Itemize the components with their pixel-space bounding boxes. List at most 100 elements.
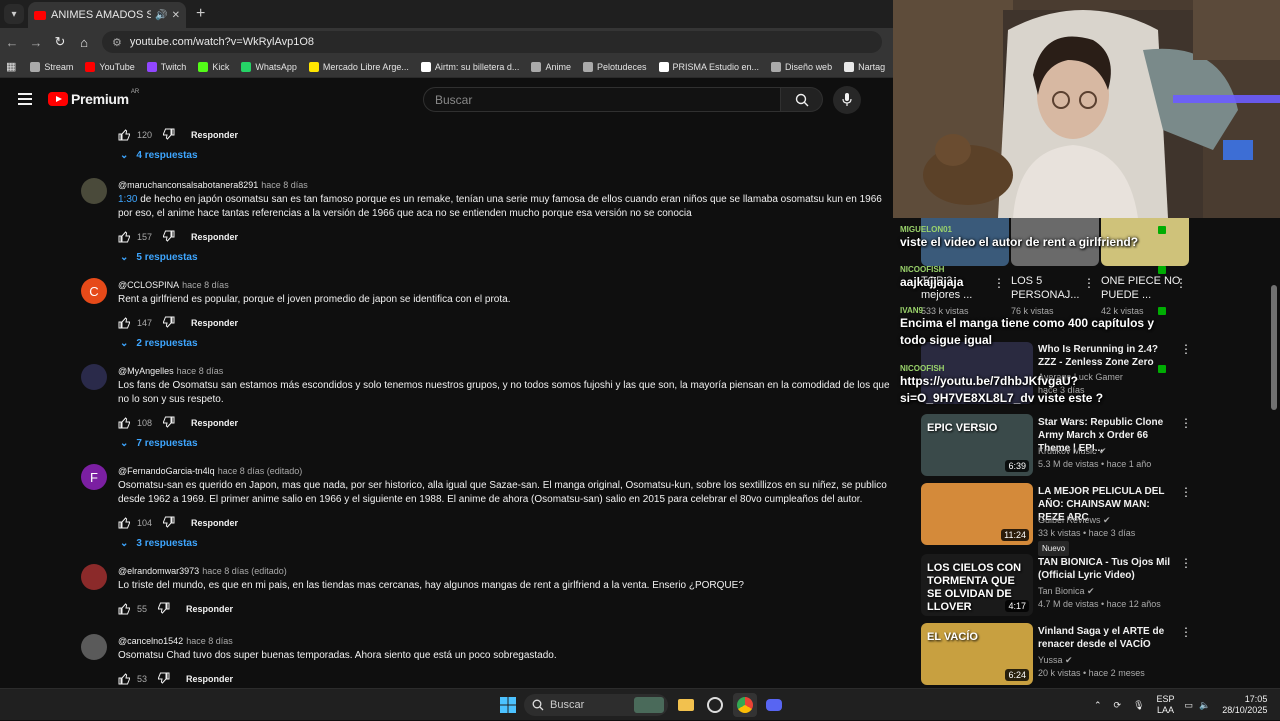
video-thumbnail[interactable]: EPIC VERSIO 6:39 (921, 414, 1033, 476)
comment-time[interactable]: hace 8 días (editado) (202, 566, 287, 576)
dislike-button[interactable] (162, 230, 175, 244)
bookmark-item[interactable]: WhatsApp (241, 61, 297, 72)
avatar[interactable] (81, 364, 107, 390)
language-indicator[interactable]: ESP LAA (1157, 694, 1175, 716)
like-button[interactable]: 55 (118, 603, 147, 615)
taskbar-search[interactable]: Buscar (524, 694, 668, 716)
file-explorer-icon[interactable] (674, 693, 698, 717)
video-thumbnail[interactable]: 11:24 (921, 483, 1033, 545)
bookmark-item[interactable]: Pelotudeces (582, 61, 647, 72)
bookmark-item[interactable]: Stream (30, 61, 73, 72)
video-channel[interactable]: Guibel Reviews ✔ (1038, 514, 1111, 527)
menu-icon[interactable] (18, 90, 32, 108)
video-thumbnail[interactable]: LOS CIELOS CON TORMENTA QUE SE OLVIDAN D… (921, 554, 1033, 616)
site-info-icon[interactable]: ⚙ (112, 36, 122, 49)
comment-author[interactable]: @MyAngelles (118, 366, 174, 376)
avatar[interactable] (81, 564, 107, 590)
comment-author[interactable]: @cancelno1542 (118, 636, 183, 646)
video-title[interactable]: TAN BIONICA - Tus Ojos Mil (Official Lyr… (1038, 556, 1178, 582)
tab-search-icon[interactable]: ▾ (4, 4, 24, 24)
dislike-button[interactable] (162, 128, 175, 142)
apps-grid-icon[interactable]: ▦ (6, 60, 16, 73)
reply-button[interactable]: Responder (191, 518, 238, 528)
bookmark-item[interactable]: Mercado Libre Arge... (308, 61, 409, 72)
avatar[interactable] (81, 634, 107, 660)
video-channel[interactable]: Krutikov Music ✔ (1038, 445, 1107, 458)
avatar[interactable]: C (81, 278, 107, 304)
bookmark-item[interactable]: YouTube (85, 61, 135, 72)
comment-author[interactable]: @FernandoGarcia-tn4lq (118, 466, 215, 476)
view-replies-button[interactable]: ⌄ 7 respuestas (120, 438, 198, 449)
obs-icon[interactable] (703, 693, 727, 717)
view-replies-button[interactable]: ⌄ 2 respuestas (120, 338, 198, 349)
close-tab-icon[interactable]: ✕ (172, 10, 180, 21)
speaker-icon[interactable]: 🔊 (155, 10, 167, 21)
chrome-icon[interactable] (733, 693, 757, 717)
bookmark-item[interactable]: Kick (198, 61, 229, 72)
comment-author[interactable]: @maruchanconsalsabotanera8291 (118, 180, 258, 190)
view-replies-button[interactable]: ⌄ 3 respuestas (120, 538, 198, 549)
microphone-icon[interactable]: 🎙 (1133, 700, 1144, 711)
page-scrollbar[interactable] (1271, 285, 1277, 410)
youtube-premium-logo[interactable]: Premium AR (48, 89, 139, 107)
reply-button[interactable]: Responder (191, 232, 238, 242)
search-button[interactable] (781, 87, 823, 112)
more-icon[interactable]: ⋮ (1180, 416, 1192, 430)
more-icon[interactable]: ⋮ (1180, 342, 1192, 356)
video-title[interactable]: Vinland Saga y el ARTE de renacer desde … (1038, 625, 1178, 651)
like-button[interactable]: 120 (118, 129, 152, 141)
start-button[interactable] (496, 693, 520, 717)
chevron-up-icon[interactable]: ⌃ (1094, 700, 1102, 711)
comment-time[interactable]: hace 8 días (editado) (218, 466, 303, 476)
more-icon[interactable]: ⋮ (1180, 556, 1192, 570)
comment-time[interactable]: hace 8 días (177, 366, 224, 376)
reply-button[interactable]: Responder (186, 674, 233, 684)
comment-author[interactable]: @elrandomwar3973 (118, 566, 199, 576)
like-button[interactable]: 147 (118, 317, 152, 329)
back-arrow-icon[interactable]: ← (0, 35, 24, 50)
home-icon[interactable]: ⌂ (72, 35, 96, 50)
dislike-button[interactable] (162, 416, 175, 430)
new-tab-button[interactable]: + (196, 5, 205, 23)
dislike-button[interactable] (157, 672, 170, 686)
dislike-button[interactable] (162, 316, 175, 330)
dislike-button[interactable] (157, 602, 170, 616)
forward-arrow-icon[interactable]: → (24, 35, 48, 50)
more-icon[interactable]: ⋮ (1175, 276, 1187, 290)
clock[interactable]: 17:05 28/10/2025 (1222, 694, 1267, 716)
more-icon[interactable]: ⋮ (1180, 625, 1192, 639)
video-channel[interactable]: Yussa ✔ (1038, 654, 1073, 667)
like-button[interactable]: 53 (118, 673, 147, 685)
comment-time[interactable]: hace 8 días (182, 280, 229, 290)
reply-button[interactable]: Responder (191, 418, 238, 428)
reload-icon[interactable]: ↻ (48, 34, 72, 50)
dislike-button[interactable] (162, 516, 175, 530)
avatar[interactable]: F (81, 464, 107, 490)
url-field[interactable]: ⚙ youtube.com/watch?v=WkRylAvp1O8 (102, 31, 882, 53)
bookmark-item[interactable]: Airtm: su billetera d... (420, 61, 519, 72)
search-input[interactable]: Buscar (423, 87, 781, 112)
like-button[interactable]: 104 (118, 517, 152, 529)
video-channel[interactable]: Tan Bionica ✔ (1038, 585, 1095, 598)
bookmark-item[interactable]: Anime (531, 61, 571, 72)
voice-search-button[interactable] (833, 86, 861, 114)
like-button[interactable]: 157 (118, 231, 152, 243)
like-button[interactable]: 108 (118, 417, 152, 429)
bookmark-item[interactable]: PRISMA Estudio en... (658, 61, 759, 72)
video-thumbnail[interactable]: EL VACÍO 6:24 (921, 623, 1033, 685)
more-icon[interactable]: ⋮ (1180, 485, 1192, 499)
avatar[interactable] (81, 178, 107, 204)
comment-timestamp-link[interactable]: 1:30 (118, 194, 137, 205)
sync-icon[interactable]: ⟳ (1114, 700, 1122, 711)
network-icon[interactable]: ▭ (1185, 700, 1194, 711)
discord-icon[interactable] (762, 693, 786, 717)
reply-button[interactable]: Responder (191, 318, 238, 328)
volume-icon[interactable]: 🔈 (1199, 700, 1210, 711)
comment-time[interactable]: hace 8 días (261, 180, 308, 190)
comment-author[interactable]: @CCLOSPINA (118, 280, 179, 290)
bookmark-item[interactable]: Twitch (146, 61, 186, 72)
reply-button[interactable]: Responder (191, 130, 238, 140)
view-replies-button[interactable]: ⌄ 5 respuestas (120, 252, 198, 263)
bookmark-item[interactable]: Nartag (844, 61, 885, 72)
tab-youtube[interactable]: ANIMES AMADOS SOLO EN 🔊 ✕ (28, 2, 186, 28)
